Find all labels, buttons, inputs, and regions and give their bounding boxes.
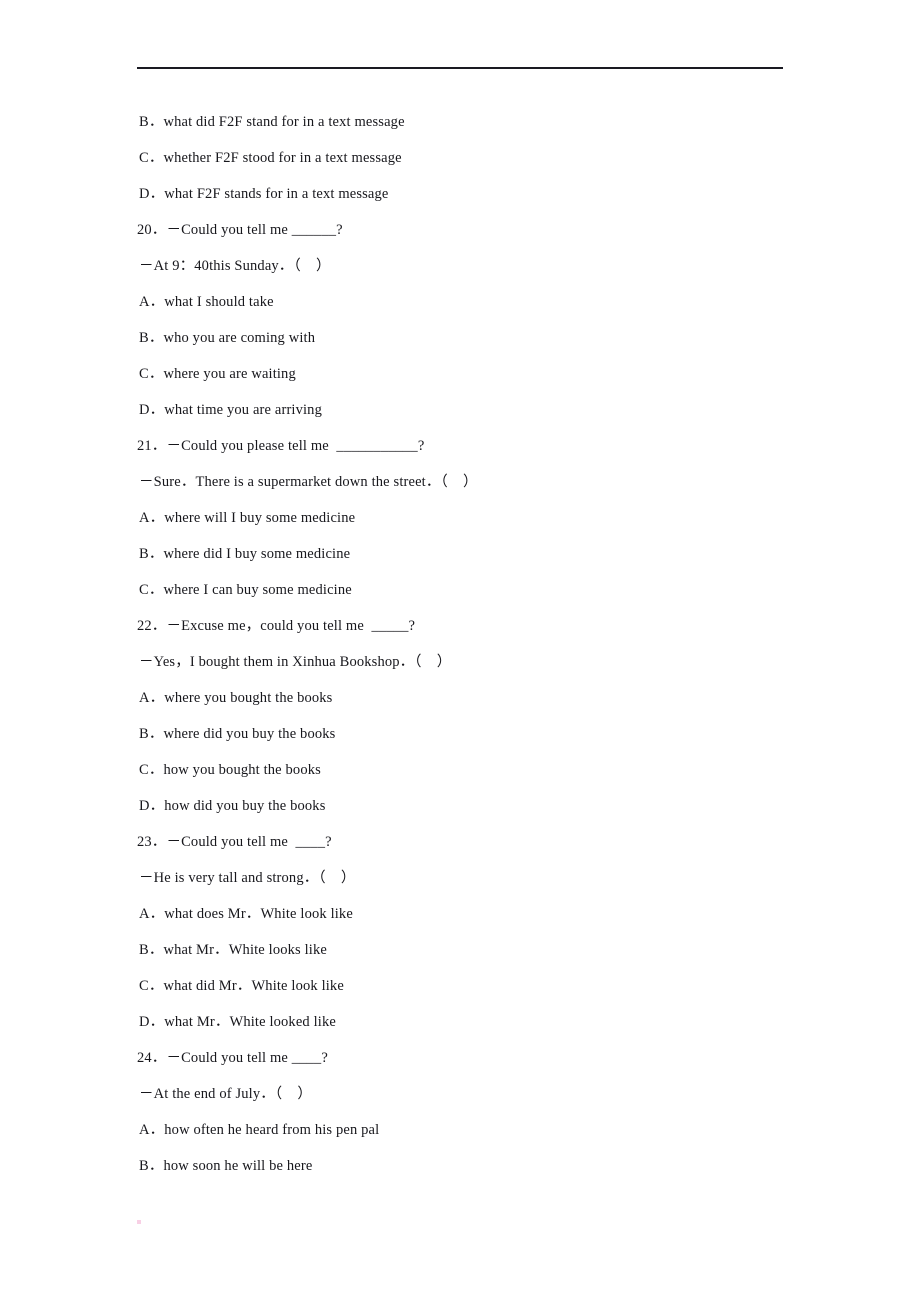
worksheet-body: B．what did F2F stand for in a text messa… [137,104,837,1184]
answer-option: C．how you bought the books [139,762,321,778]
question-stem: 22．－Excuse me，could you tell me _____? [137,618,416,634]
answer-option: D．what F2F stands for in a text message [139,186,389,202]
question-stem: 21．－Could you please tell me ___________… [137,438,425,454]
scan-artifact-speck [137,1220,141,1224]
answer-option: A．where you bought the books [139,690,333,706]
answer-option: D．what Mr．White looked like [139,1014,336,1030]
answer-option: A．what I should take [139,294,274,310]
question-stem: 23．－Could you tell me ____? [137,834,332,850]
answer-option: D．how did you buy the books [139,798,326,814]
question-reply: －At the end of July．（ ） [139,1086,313,1102]
answer-option: B．how soon he will be here [139,1158,313,1174]
header-separator-rule [137,67,783,69]
answer-option: C．whether F2F stood for in a text messag… [139,150,402,166]
question-reply: －At 9：40this Sunday．（ ） [139,258,331,274]
answer-option: B．what did F2F stand for in a text messa… [139,114,405,130]
answer-option: A．how often he heard from his pen pal [139,1122,380,1138]
answer-option: B．who you are coming with [139,330,316,346]
answer-option: C．what did Mr．White look like [139,978,344,994]
question-reply: －Yes，I bought them in Xinhua Bookshop．（ … [139,654,452,670]
answer-option: C．where I can buy some medicine [139,582,352,598]
answer-option: B．what Mr．White looks like [139,942,327,958]
question-stem: 24．－Could you tell me ____? [137,1050,328,1066]
question-stem: 20．－Could you tell me ______? [137,222,343,238]
question-reply: －He is very tall and strong．（ ） [139,870,356,886]
answer-option: C．where you are waiting [139,366,296,382]
answer-option: A．where will I buy some medicine [139,510,356,526]
answer-option: B．where did I buy some medicine [139,546,351,562]
question-reply: －Sure．There is a supermarket down the st… [139,474,478,490]
answer-option: D．what time you are arriving [139,402,322,418]
document-page: B．what did F2F stand for in a text messa… [0,0,920,1302]
answer-option: A．what does Mr．White look like [139,906,353,922]
answer-option: B．where did you buy the books [139,726,336,742]
